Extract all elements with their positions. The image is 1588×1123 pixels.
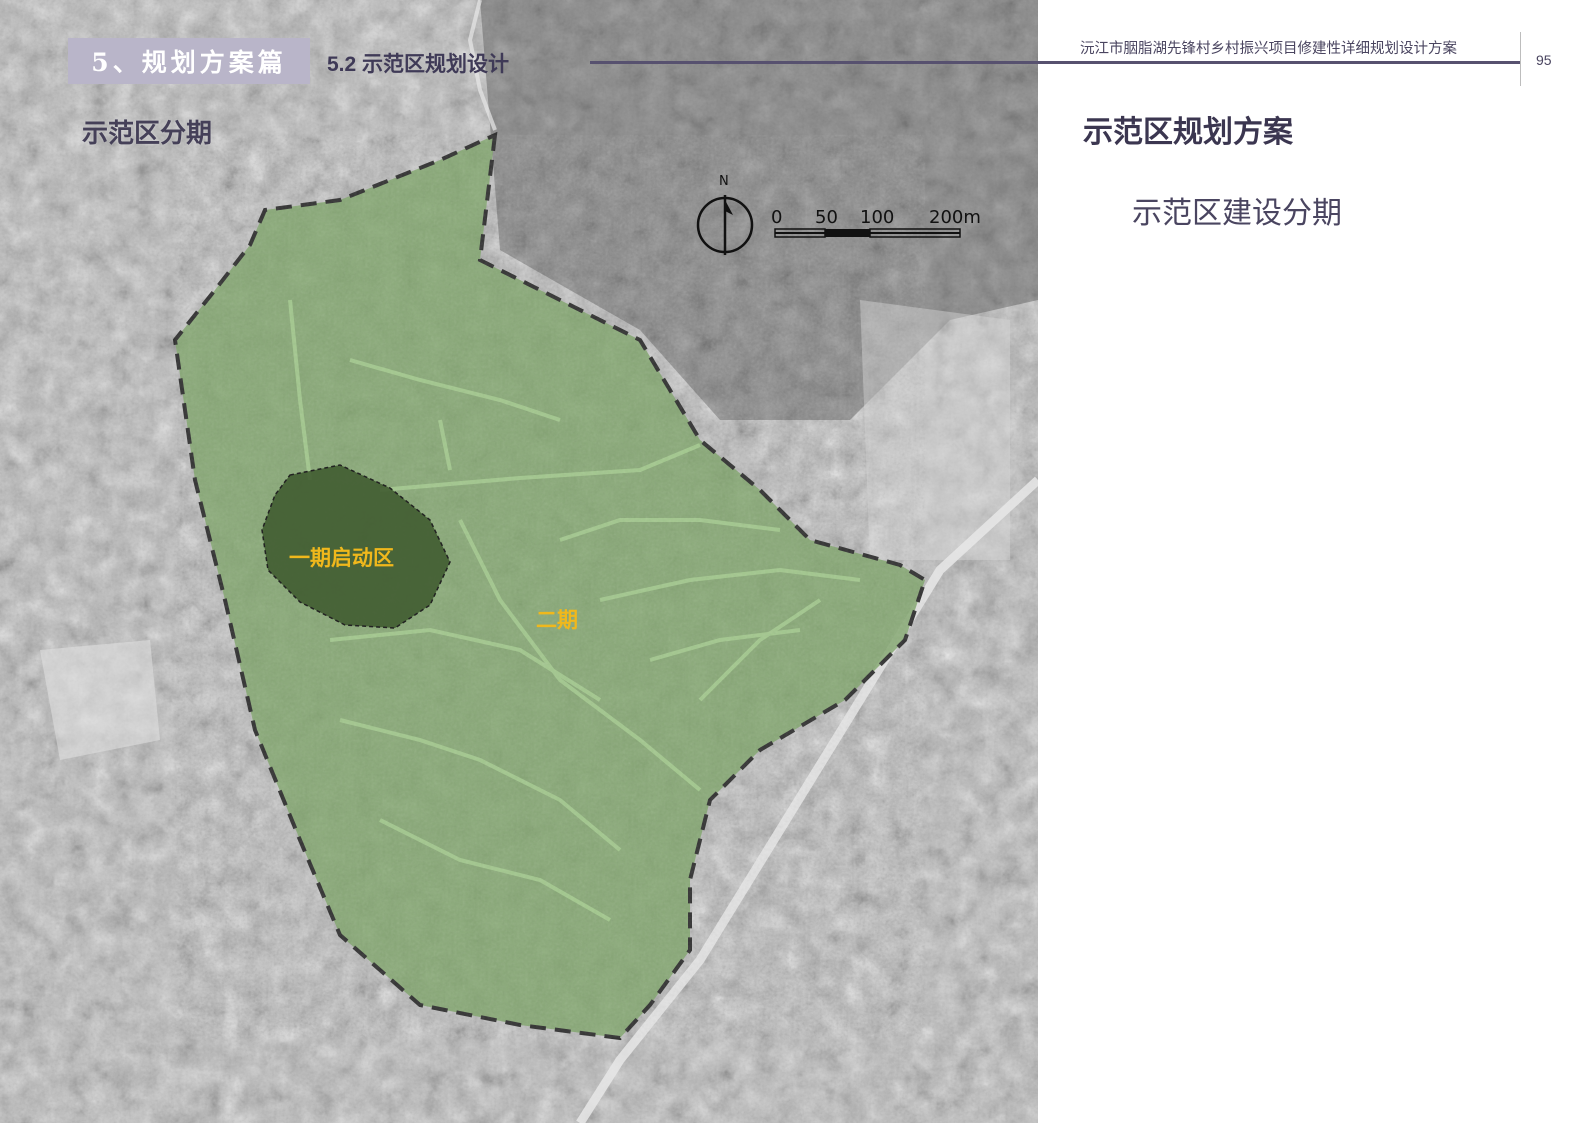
scale-label: 200m [929, 207, 981, 228]
map-title: 示范区分期 [82, 118, 213, 148]
scale-label: 100 [860, 207, 895, 228]
header-separator [1520, 32, 1521, 86]
panel-title: 示范区规划方案 [1083, 116, 1293, 149]
section-tag: 5、规划方案篇 [68, 38, 310, 84]
map-canvas [0, 0, 1038, 1123]
scale-label: 50 [815, 207, 838, 228]
panel-subtitle: 示范区建设分期 [1132, 197, 1342, 230]
page-number: 95 [1536, 52, 1552, 68]
section-subtitle: 5.2 示范区规划设计 [327, 53, 510, 76]
phase2-label: 二期 [536, 609, 578, 632]
aerial-map: 示范区分期 一期启动区 二期 N 0 50 100 200m [0, 0, 1038, 1123]
field-area [40, 640, 160, 760]
north-label: N [719, 174, 729, 189]
document-title: 沅江市胭脂湖先锋村乡村振兴项目修建性详细规划设计方案 [1080, 41, 1457, 57]
header-divider [590, 61, 1520, 64]
phase1-label: 一期启动区 [289, 547, 394, 570]
scale-label: 0 [771, 207, 783, 228]
